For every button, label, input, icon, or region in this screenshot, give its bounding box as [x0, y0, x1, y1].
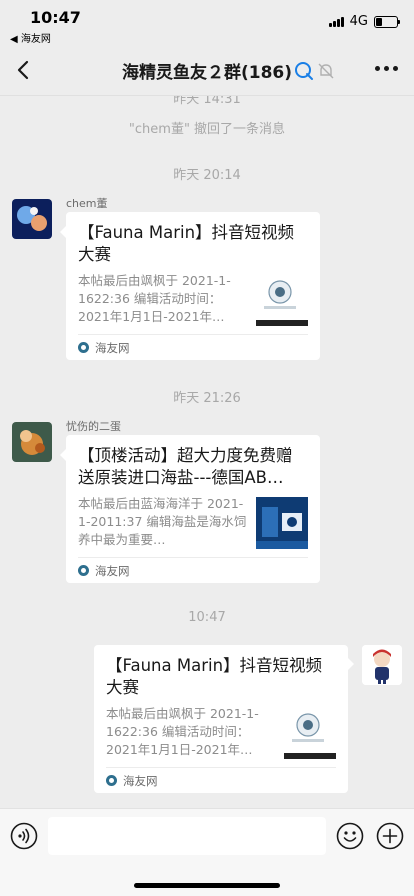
- status-indicators: 4G: [328, 14, 400, 29]
- message-input[interactable]: [48, 817, 326, 855]
- sender-name: chem董: [66, 197, 108, 210]
- back-to-app-link[interactable]: ◀ 海友网: [10, 30, 51, 45]
- sender-name: 忧伤的二蛋: [66, 420, 121, 433]
- card-title: 【顶楼活动】超大力度免费赠送原装进口海盐---德国AB…: [78, 446, 293, 487]
- chat-title: 海精灵鱼友２群(186): [122, 63, 293, 83]
- site-logo-icon: [78, 565, 89, 576]
- card-source-name: 海友网: [95, 340, 130, 355]
- dot-icon: [375, 66, 380, 71]
- emoji-icon[interactable]: [336, 822, 364, 850]
- network-type: 4G: [349, 14, 368, 29]
- mute-bell-icon: [318, 63, 334, 78]
- avatar-image: [12, 199, 52, 239]
- time-divider: 昨天 21:26: [173, 391, 241, 406]
- home-indicator: [134, 883, 280, 888]
- signal-icon: [328, 16, 344, 27]
- link-card[interactable]: 【Fauna Marin】抖音短视频大赛 本帖最后由飒枫于 2021-1-162…: [66, 212, 320, 360]
- more-options-button[interactable]: [375, 66, 398, 71]
- bubble-tail: [348, 658, 354, 670]
- back-arrow-icon[interactable]: [14, 58, 34, 82]
- site-logo-icon: [78, 342, 89, 353]
- my-avatar[interactable]: [362, 645, 402, 685]
- card-description: 本帖最后由飒枫于 2021-1-1622:36 编辑活动时间：2021年1月1日…: [78, 273, 231, 324]
- card-source: 海友网: [78, 334, 308, 360]
- chat-area[interactable]: 昨天 14:31 "chem董" 撤回了一条消息 昨天 20:14 chem董 …: [0, 96, 414, 808]
- nav-bar: 海精灵鱼友２群(186): [0, 44, 414, 96]
- card-source-name: 海友网: [123, 773, 158, 788]
- link-card[interactable]: 【Fauna Marin】抖音短视频大赛 本帖最后由飒枫于 2021-1-162…: [94, 645, 348, 793]
- battery-level: [376, 17, 382, 26]
- card-title: 【Fauna Marin】抖音短视频大赛: [106, 656, 323, 697]
- voice-input-icon[interactable]: [10, 822, 38, 850]
- card-source: 海友网: [106, 767, 336, 793]
- time-divider: 昨天 14:31: [173, 96, 241, 107]
- group-chat-icon: [295, 61, 314, 80]
- plus-icon[interactable]: [376, 822, 404, 850]
- card-description: 本帖最后由蓝海海洋于 2021-1-2011:37 编辑海盐是海水饲养中最为重要…: [78, 496, 247, 547]
- chat-title-group: 海精灵鱼友２群(186): [122, 58, 336, 83]
- time-divider: 10:47: [188, 610, 226, 625]
- card-thumbnail: [256, 497, 308, 549]
- input-bar: [0, 808, 414, 896]
- avatar[interactable]: [12, 422, 52, 462]
- avatar-image: [12, 422, 52, 462]
- avatar-image: [362, 645, 402, 685]
- card-thumbnail: [284, 707, 336, 759]
- card-thumbnail: [256, 274, 308, 326]
- recall-notice: "chem董" 撤回了一条消息: [128, 122, 286, 137]
- card-source: 海友网: [78, 557, 308, 583]
- dot-icon: [393, 66, 398, 71]
- battery-icon: [374, 15, 400, 28]
- time-divider: 昨天 20:14: [173, 168, 241, 183]
- dot-icon: [384, 66, 389, 71]
- card-source-name: 海友网: [95, 563, 130, 578]
- link-card[interactable]: 【顶楼活动】超大力度免费赠送原装进口海盐---德国AB… 本帖最后由蓝海海洋于 …: [66, 435, 320, 583]
- avatar[interactable]: [12, 199, 52, 239]
- card-description: 本帖最后由飒枫于 2021-1-1622:36 编辑活动时间：2021年1月1日…: [106, 706, 259, 757]
- card-title: 【Fauna Marin】抖音短视频大赛: [78, 223, 295, 264]
- status-time: 10:47: [30, 8, 81, 27]
- status-bar: 10:47 ◀ 海友网 4G: [0, 0, 414, 45]
- site-logo-icon: [106, 775, 117, 786]
